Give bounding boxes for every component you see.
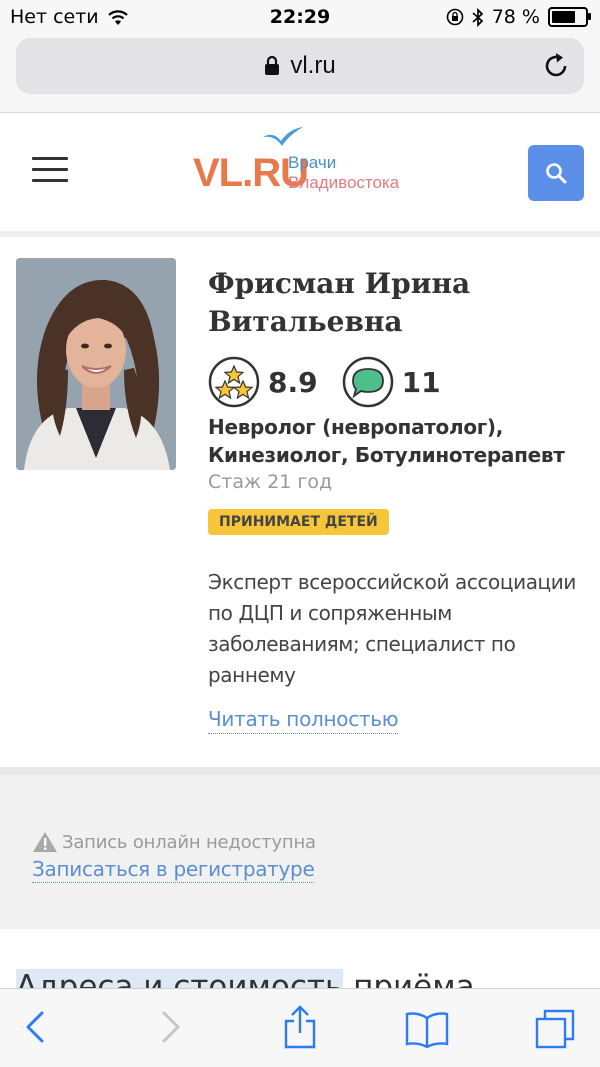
battery-fill bbox=[552, 11, 576, 23]
url-display[interactable]: vl.ru bbox=[16, 52, 584, 80]
stars-rating-icon[interactable] bbox=[208, 356, 260, 408]
read-more-link[interactable]: Читать полностью bbox=[208, 707, 399, 734]
battery-percent: 78 % bbox=[491, 6, 540, 28]
doctor-experience: Стаж 21 год bbox=[208, 471, 333, 493]
battery-icon bbox=[548, 7, 591, 27]
doctor-bio: Эксперт всероссийской ассоциации по ДЦП … bbox=[208, 570, 576, 687]
online-booking-note-text: Запись онлайн недоступна bbox=[62, 831, 316, 853]
addresses-heading: Адреса и стоимость приёма bbox=[16, 969, 475, 989]
tabs-icon[interactable] bbox=[534, 1009, 576, 1049]
logo-subtitle-2: Владивостока bbox=[288, 173, 400, 192]
addresses-section: Адреса и стоимость приёма bbox=[0, 929, 600, 989]
doctor-metrics: 8.9 11 bbox=[208, 355, 465, 409]
online-booking-note: Запись онлайн недоступна bbox=[32, 831, 316, 853]
status-bar: Нет сети 22:29 78 % bbox=[0, 0, 600, 34]
logo-subtitle-1: Врачи bbox=[288, 153, 337, 172]
reload-icon[interactable] bbox=[542, 52, 570, 80]
back-icon[interactable] bbox=[22, 1009, 50, 1045]
warning-icon bbox=[33, 832, 57, 852]
doctor-specialty: Невролог (невропатолог), Кинезиолог, Бот… bbox=[208, 415, 565, 467]
search-button[interactable] bbox=[528, 145, 584, 201]
addresses-heading-highlight: Адреса и стоимость bbox=[16, 969, 344, 989]
hamburger-icon[interactable] bbox=[32, 157, 68, 185]
lock-icon bbox=[265, 55, 280, 75]
speech-bubble-icon[interactable] bbox=[342, 356, 394, 408]
rating-value: 8.9 bbox=[268, 365, 318, 399]
site-logo[interactable]: VL.RU Врачи Владивостока bbox=[193, 125, 433, 215]
search-icon bbox=[546, 163, 567, 184]
forward-icon[interactable] bbox=[156, 1009, 184, 1045]
appointment-section: Запись онлайн недоступна Записаться в ре… bbox=[0, 767, 600, 937]
accepts-children-badge: ПРИНИМАЕТ ДЕТЕЙ bbox=[208, 509, 389, 535]
registry-booking-link[interactable]: Записаться в регистратуре bbox=[32, 857, 315, 883]
share-icon[interactable] bbox=[282, 1005, 318, 1049]
reviews-count: 11 bbox=[401, 365, 441, 399]
address-bar[interactable]: vl.ru bbox=[16, 38, 584, 94]
browser-address-area: vl.ru bbox=[0, 34, 600, 113]
doctor-name: Фрисман Ирина Витальевна bbox=[208, 267, 471, 338]
doctor-photo[interactable] bbox=[16, 258, 176, 470]
addresses-heading-rest: приёма bbox=[343, 969, 475, 989]
bluetooth-icon bbox=[472, 7, 483, 27]
status-right: 78 % bbox=[446, 6, 591, 28]
url-text: vl.ru bbox=[290, 52, 336, 79]
browser-toolbar bbox=[0, 988, 600, 1067]
site-header: VL.RU Врачи Владивостока bbox=[0, 113, 600, 231]
orientation-lock-icon bbox=[446, 8, 464, 26]
bookmarks-icon[interactable] bbox=[404, 1011, 450, 1049]
doctor-card: Фрисман Ирина Витальевна 8.9 11 Невролог… bbox=[0, 237, 600, 767]
bird-logo-icon bbox=[263, 127, 303, 146]
doctor-portrait bbox=[16, 258, 176, 470]
